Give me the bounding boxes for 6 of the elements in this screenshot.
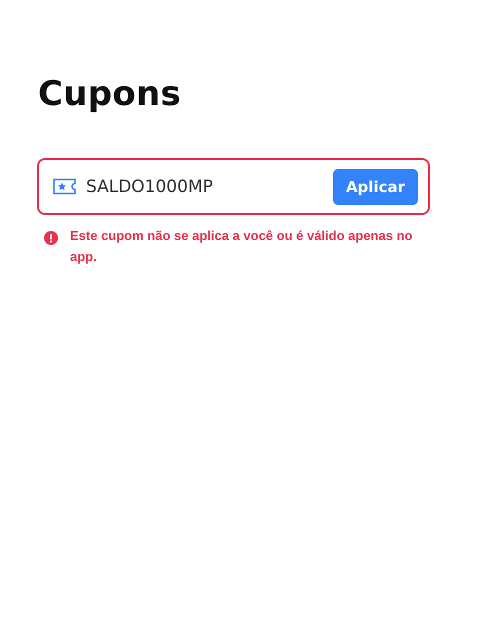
error-message: Este cupom não se aplica a você ou é válido apenas no app.: [70, 227, 414, 266]
coupon-field[interactable]: SALDO1000MP Aplicar: [37, 158, 430, 215]
page-title: Cupons: [38, 74, 182, 114]
error-icon: [44, 231, 58, 245]
ticket-icon: [53, 178, 76, 195]
apply-button[interactable]: Aplicar: [332, 168, 418, 204]
